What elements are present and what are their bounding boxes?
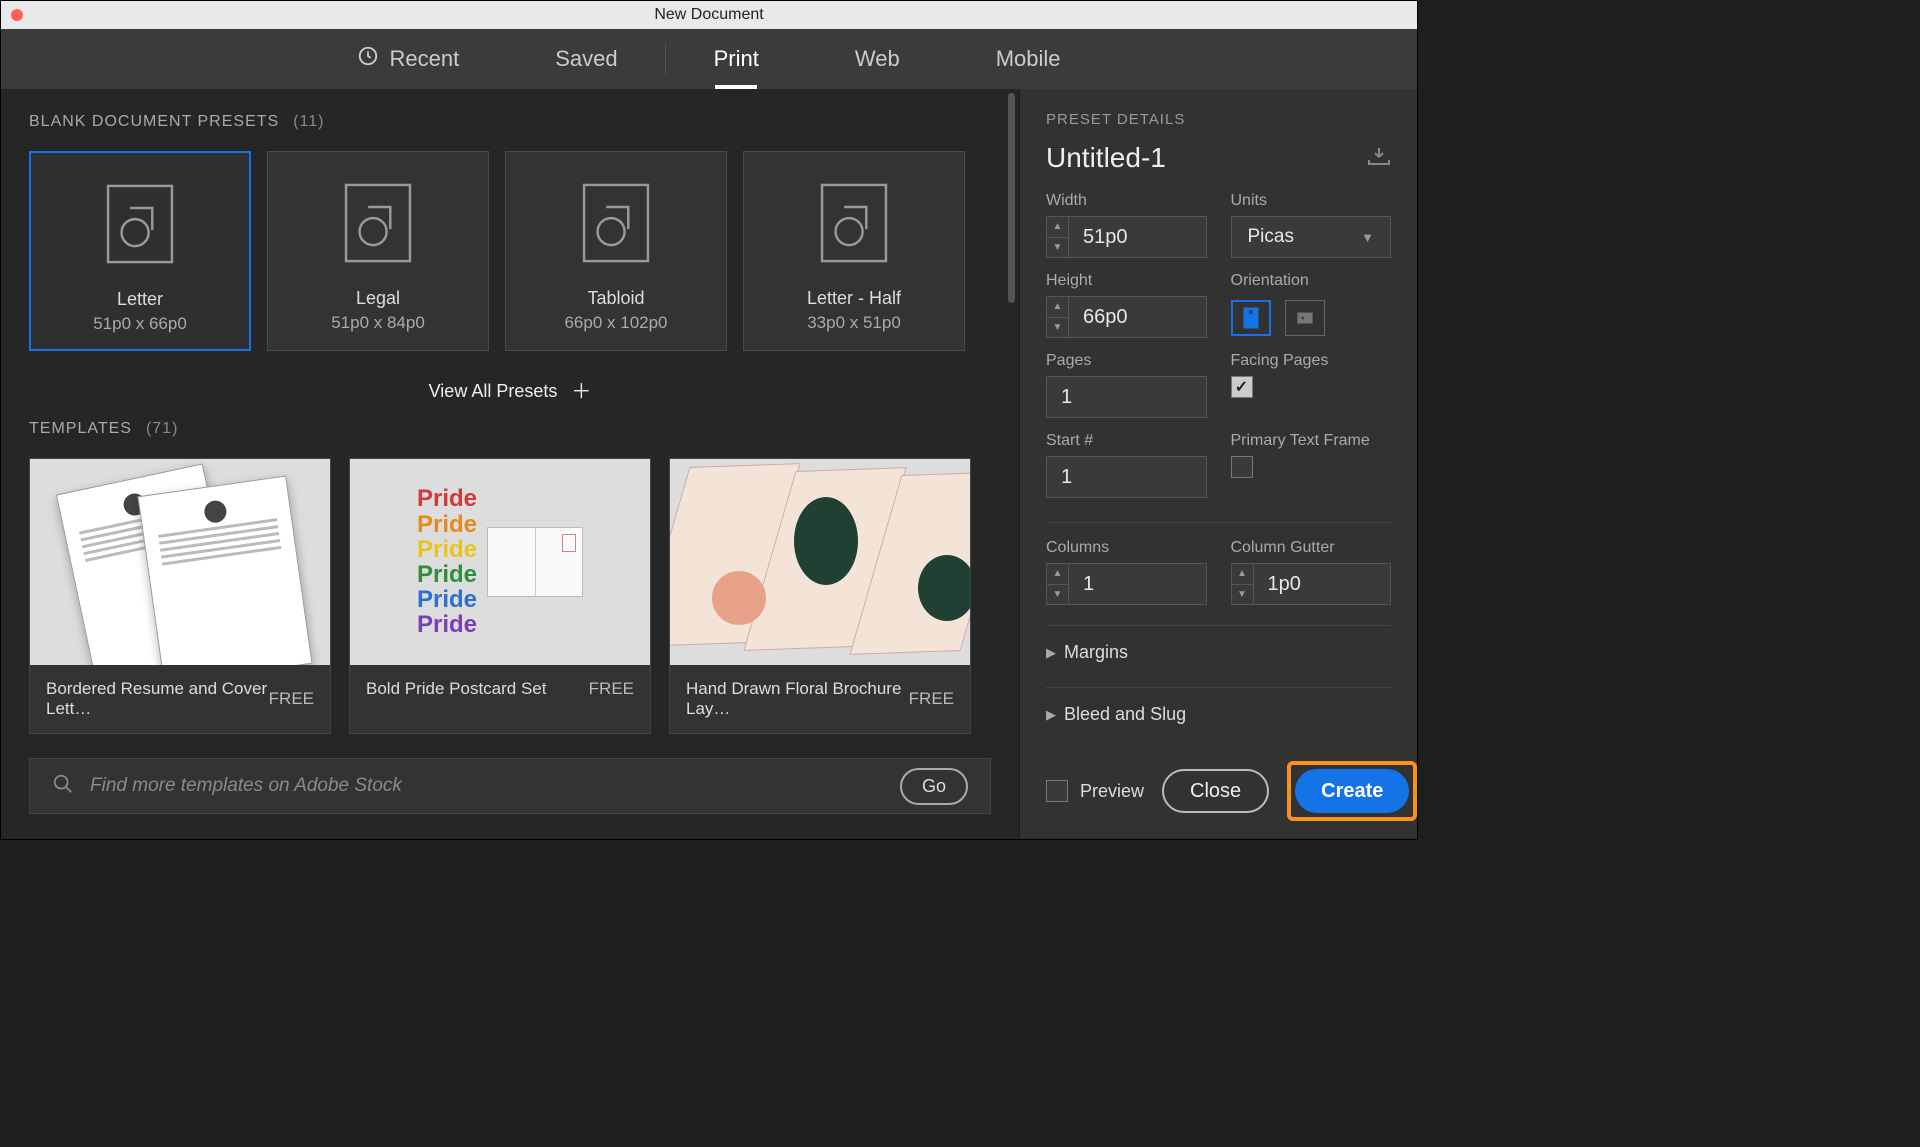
tab-web[interactable]: Web <box>807 29 948 89</box>
presets-templates-panel: BLANK DOCUMENT PRESETS (11) Letter 51p0 … <box>1 89 1019 839</box>
template-brochure[interactable]: Hand Drawn Floral Brochure Lay…FREE <box>669 458 971 734</box>
width-input[interactable]: ▲▼ 51p0 <box>1046 216 1207 258</box>
gutter-input[interactable]: ▲▼ 1p0 <box>1231 563 1392 605</box>
chevron-right-icon: ▶ <box>1046 707 1056 723</box>
facing-pages-checkbox[interactable] <box>1231 376 1253 398</box>
scrollbar[interactable] <box>1008 93 1015 303</box>
chevron-down-icon: ▼ <box>1361 230 1374 245</box>
save-preset-icon[interactable] <box>1367 146 1391 171</box>
chevron-right-icon: ▶ <box>1046 645 1056 661</box>
template-thumbnail <box>30 459 330 665</box>
page-icon <box>339 180 417 266</box>
presets-row: Letter 51p0 x 66p0 Legal 51p0 x 84p0 Tab… <box>29 151 991 351</box>
columns-input[interactable]: ▲▼ 1 <box>1046 563 1207 605</box>
step-down-icon[interactable]: ▼ <box>1232 585 1253 605</box>
template-pride[interactable]: PridePridePridePridePridePride Bold Prid… <box>349 458 651 734</box>
preset-legal[interactable]: Legal 51p0 x 84p0 <box>267 151 489 351</box>
page-icon <box>815 180 893 266</box>
template-thumbnail <box>670 459 970 665</box>
step-down-icon[interactable]: ▼ <box>1047 318 1068 338</box>
page-icon <box>577 180 655 266</box>
create-button-highlight: Create <box>1287 761 1417 821</box>
plus-icon: ＋ <box>571 382 591 402</box>
tab-print[interactable]: Print <box>666 29 807 89</box>
view-all-presets[interactable]: View All Presets ＋ <box>29 381 991 402</box>
primary-text-frame-checkbox[interactable] <box>1231 456 1253 478</box>
template-search: Find more templates on Adobe Stock Go <box>29 758 991 814</box>
close-button[interactable]: Close <box>1162 769 1269 813</box>
orientation-landscape[interactable] <box>1285 300 1325 336</box>
margins-accordion[interactable]: ▶Margins <box>1046 628 1391 677</box>
go-button[interactable]: Go <box>900 768 968 805</box>
template-resume[interactable]: Bordered Resume and Cover Lett…FREE <box>29 458 331 734</box>
step-down-icon[interactable]: ▼ <box>1047 585 1068 605</box>
new-document-window: New Document Recent Saved Print Web Mobi… <box>0 0 1418 840</box>
details-heading: PRESET DETAILS <box>1046 111 1391 128</box>
orientation-portrait[interactable] <box>1231 300 1271 336</box>
tab-mobile[interactable]: Mobile <box>948 29 1109 89</box>
start-number-input[interactable]: 1 <box>1046 456 1207 498</box>
step-down-icon[interactable]: ▼ <box>1047 238 1068 258</box>
window-title: New Document <box>1 6 1417 24</box>
pages-input[interactable]: 1 <box>1046 376 1207 418</box>
step-up-icon[interactable]: ▲ <box>1047 297 1068 318</box>
preset-details-panel: PRESET DETAILS Untitled-1 Width ▲▼ 51p0 … <box>1019 89 1417 839</box>
document-name-input[interactable]: Untitled-1 <box>1046 142 1166 174</box>
step-up-icon[interactable]: ▲ <box>1047 217 1068 238</box>
template-thumbnail: PridePridePridePridePridePride <box>350 459 650 665</box>
category-tabs: Recent Saved Print Web Mobile <box>1 29 1417 89</box>
step-up-icon[interactable]: ▲ <box>1047 564 1068 585</box>
search-icon <box>52 773 74 800</box>
step-up-icon[interactable]: ▲ <box>1232 564 1253 585</box>
preset-letter-half[interactable]: Letter - Half 33p0 x 51p0 <box>743 151 965 351</box>
templates-row: Bordered Resume and Cover Lett…FREE Prid… <box>29 458 991 734</box>
clock-icon <box>357 45 379 73</box>
tab-saved[interactable]: Saved <box>507 29 665 89</box>
page-icon <box>101 181 179 267</box>
units-dropdown[interactable]: Picas ▼ <box>1231 216 1392 258</box>
titlebar: New Document <box>1 1 1417 29</box>
tab-recent[interactable]: Recent <box>309 29 507 89</box>
height-input[interactable]: ▲▼ 66p0 <box>1046 296 1207 338</box>
create-button[interactable]: Create <box>1295 769 1409 813</box>
preset-tabloid[interactable]: Tabloid 66p0 x 102p0 <box>505 151 727 351</box>
templates-heading: TEMPLATES (71) <box>29 420 991 438</box>
search-placeholder[interactable]: Find more templates on Adobe Stock <box>90 775 884 797</box>
preset-letter[interactable]: Letter 51p0 x 66p0 <box>29 151 251 351</box>
presets-heading: BLANK DOCUMENT PRESETS (11) <box>29 113 991 131</box>
bleed-slug-accordion[interactable]: ▶Bleed and Slug <box>1046 690 1391 739</box>
preview-checkbox[interactable] <box>1046 780 1068 802</box>
